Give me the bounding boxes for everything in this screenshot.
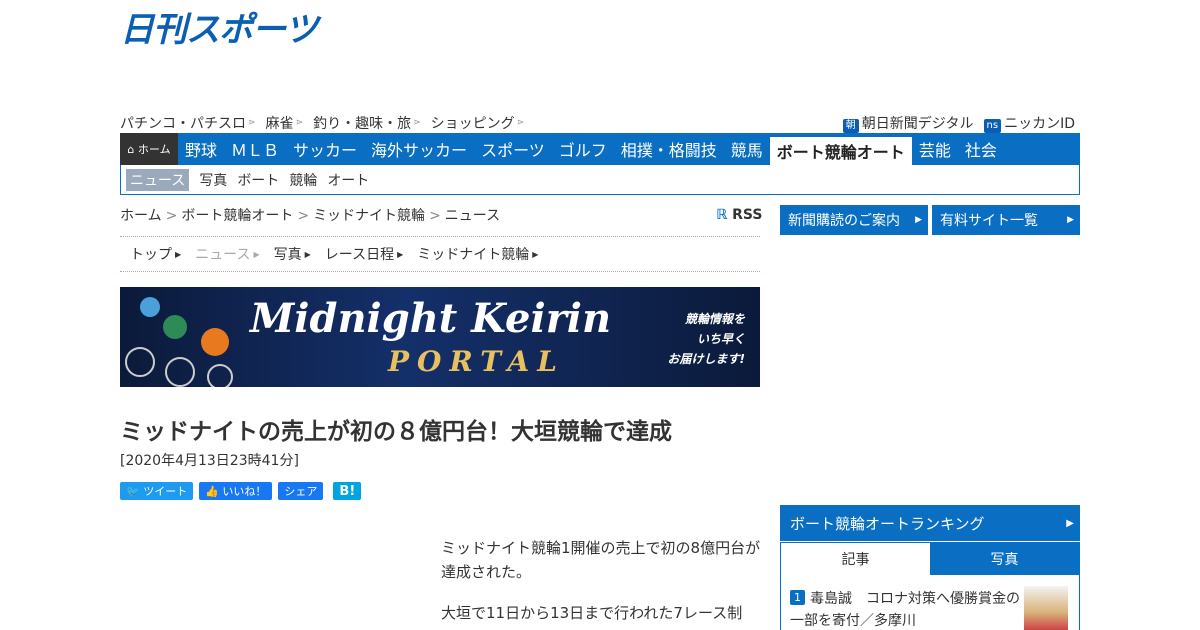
- breadcrumb-news: ニュース: [444, 208, 501, 224]
- breadcrumb-home[interactable]: ホーム: [120, 208, 162, 224]
- triangle-right-icon: ▶: [1066, 517, 1074, 529]
- nav-world-soccer[interactable]: 海外サッカー: [364, 133, 474, 165]
- section-tabs: トップ ▶ ニュース ▶ 写真 ▶ レース日程 ▶ ミッドナイト競輪 ▶: [120, 236, 760, 272]
- social-buttons: 🐦 ツイート 👍 いいね！ シェア B!: [120, 482, 362, 500]
- nav-mlb[interactable]: ＭＬＢ: [224, 133, 286, 165]
- nav-sumo-fighting[interactable]: 相撲・格闘技: [614, 133, 724, 165]
- triangle-right-icon: ▶: [1067, 215, 1074, 225]
- nav-baseball[interactable]: 野球: [178, 133, 224, 165]
- nikkan-id-link[interactable]: ns ニッカンID: [983, 113, 1075, 133]
- ranking-tab-articles[interactable]: 記事: [781, 543, 930, 575]
- asahi-digital-link[interactable]: 朝朝日新聞デジタル: [842, 113, 974, 133]
- article-title: ミッドナイトの売上が初の８億円台！大垣競輪で達成: [120, 419, 672, 445]
- rss-icon: ℝ: [716, 207, 728, 223]
- subscription-info-button[interactable]: 新聞購読のご案内 ▶: [780, 205, 928, 235]
- breadcrumb: ホーム > ボート競輪オート > ミッドナイト競輪 > ニュース: [120, 208, 501, 224]
- nav-home[interactable]: ⌂ ホーム: [120, 133, 178, 165]
- nav-soccer[interactable]: サッカー: [286, 133, 364, 165]
- rank-number: 1: [790, 590, 805, 605]
- tab-photos[interactable]: 写真 ▶: [274, 244, 311, 264]
- hatena-bookmark-button[interactable]: B!: [333, 482, 362, 500]
- article-date: [2020年4月13日23時41分]: [120, 453, 299, 469]
- arrow-icon: ⋗: [516, 118, 525, 128]
- triangle-right-icon: ▶: [915, 215, 922, 225]
- tab-top[interactable]: トップ ▶: [130, 244, 181, 264]
- subnav-auto[interactable]: オート: [327, 170, 369, 190]
- top-link-pachinko[interactable]: パチンコ・パチスロ ⋗: [120, 113, 256, 133]
- banner-tagline: 競輪情報を いち早く お届けします!: [667, 312, 745, 366]
- triangle-right-icon: ▶: [304, 249, 311, 259]
- like-button[interactable]: 👍 いいね！: [199, 482, 273, 500]
- rss-link[interactable]: ℝ RSS: [716, 207, 762, 223]
- nav-golf[interactable]: ゴルフ: [552, 133, 614, 165]
- ranking-thumbnail[interactable]: [1024, 586, 1068, 630]
- nav-society[interactable]: 社会: [958, 133, 1004, 165]
- banner-title: Midnight Keirin: [250, 295, 612, 342]
- midnight-keirin-banner[interactable]: Midnight Keirin PORTAL 競輪情報を いち早く お届けします…: [120, 287, 760, 387]
- share-button[interactable]: シェア: [278, 482, 324, 500]
- ranking-header[interactable]: ボート競輪オートランキング ▶: [780, 505, 1080, 541]
- home-icon: ⌂: [127, 142, 135, 156]
- nikkansports-logo[interactable]: 日刊スポーツ: [120, 10, 318, 50]
- top-link-shopping[interactable]: ショッピング ⋗: [431, 113, 525, 133]
- tab-news[interactable]: ニュース ▶: [195, 244, 259, 264]
- tweet-button[interactable]: 🐦 ツイート: [120, 482, 194, 500]
- arrow-icon: ⋗: [295, 118, 304, 128]
- breadcrumb-midnight[interactable]: ミッドナイト競輪: [313, 208, 425, 224]
- ranking-tab-photos[interactable]: 写真: [930, 543, 1079, 575]
- tab-race-schedule[interactable]: レース日程 ▶: [325, 244, 403, 264]
- nav-entertainment[interactable]: 芸能: [912, 133, 958, 165]
- thumbs-up-icon: 👍: [205, 484, 219, 498]
- arrow-icon: ⋗: [413, 118, 421, 128]
- main-nav: ⌂ ホーム 野球 ＭＬＢ サッカー 海外サッカー スポーツ ゴルフ 相撲・格闘技…: [120, 133, 1080, 165]
- subnav-keirin[interactable]: 競輪: [289, 170, 317, 190]
- triangle-right-icon: ▶: [175, 249, 182, 259]
- arrow-icon: ⋗: [248, 118, 256, 128]
- article-paragraph-2: 大垣で11日から13日まで行われた7レース制: [441, 604, 743, 622]
- subnav-news[interactable]: ニュース: [126, 168, 190, 191]
- sub-nav: ニュース 写真 ボート 競輪 オート: [120, 165, 1080, 195]
- ranking-item[interactable]: 1 毒島誠 コロナ対策へ優勝賞金の一部を寄付／多摩川: [790, 588, 1020, 630]
- nav-boat-keirin-auto[interactable]: ボート競輪オート: [769, 137, 912, 165]
- nav-sports[interactable]: スポーツ: [474, 133, 552, 165]
- subnav-photos[interactable]: 写真: [199, 170, 227, 190]
- asahi-badge-icon: 朝: [842, 119, 859, 133]
- banner-subtitle: PORTAL: [388, 345, 565, 378]
- partner-links: 朝朝日新聞デジタル ns ニッカンID: [842, 113, 1075, 133]
- breadcrumb-boat[interactable]: ボート競輪オート: [181, 208, 293, 224]
- ranking-box: 記事 写真 1 毒島誠 コロナ対策へ優勝賞金の一部を寄付／多摩川: [780, 542, 1080, 630]
- subnav-boat[interactable]: ボート: [237, 170, 279, 190]
- triangle-right-icon: ▶: [253, 249, 260, 259]
- top-link-fishing[interactable]: 釣り・趣味・旅 ⋗: [313, 113, 421, 133]
- paid-sites-button[interactable]: 有料サイト一覧 ▶: [932, 205, 1080, 235]
- top-link-mahjong[interactable]: 麻雀 ⋗: [266, 113, 304, 133]
- article-paragraph-1: ミッドナイト競輪1開催の売上で初の8億円台が達成された。: [441, 539, 761, 581]
- cyclists-image: [125, 297, 233, 387]
- top-links: パチンコ・パチスロ ⋗ 麻雀 ⋗ 釣り・趣味・旅 ⋗ ショッピング ⋗: [120, 113, 524, 133]
- triangle-right-icon: ▶: [397, 249, 404, 259]
- tab-midnight-keirin[interactable]: ミッドナイト競輪 ▶: [417, 244, 538, 264]
- ns-badge-icon: ns: [983, 119, 1002, 133]
- nav-horse-racing[interactable]: 競馬: [724, 133, 770, 165]
- triangle-right-icon: ▶: [532, 249, 539, 259]
- twitter-icon: 🐦: [126, 484, 140, 498]
